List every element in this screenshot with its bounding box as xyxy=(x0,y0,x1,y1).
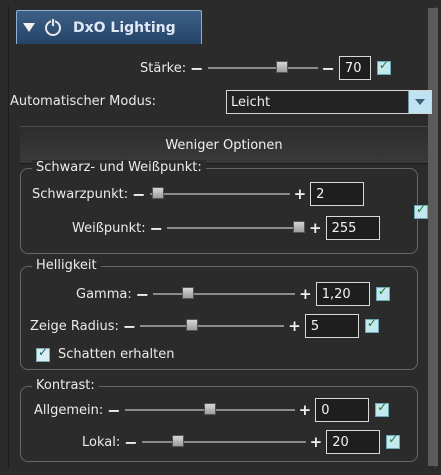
mode-select[interactable]: Leicht xyxy=(226,90,432,114)
zeige-radius-row: Zeige Radius: − + 5 xyxy=(30,314,379,338)
local-contrast-label: Lokal: xyxy=(82,434,121,450)
plus-icon[interactable]: + xyxy=(299,401,312,419)
fewer-options-toggle[interactable]: Weniger Optionen xyxy=(20,126,428,164)
white-point-slider[interactable] xyxy=(167,221,306,233)
keep-shadows-option[interactable]: Schatten erhalten xyxy=(36,345,175,362)
gamma-row: Gamma: − + 1,20 xyxy=(76,282,390,306)
chevron-down-icon[interactable] xyxy=(408,91,431,113)
white-point-slider-thumb[interactable] xyxy=(293,221,306,233)
general-contrast-slider[interactable] xyxy=(124,403,295,415)
fewer-options-label: Weniger Optionen xyxy=(165,137,283,153)
collapse-arrow-icon[interactable] xyxy=(23,23,35,32)
black-white-enable-checkbox[interactable] xyxy=(414,202,428,219)
minus-icon[interactable]: − xyxy=(123,317,136,336)
group-title-black-white: Schwarz- und Weißpunkt: xyxy=(32,160,206,175)
black-white-point-group xyxy=(20,168,418,254)
black-point-value-field[interactable]: 2 xyxy=(310,182,365,206)
starke-row: Stärke: − − 70 xyxy=(140,56,391,80)
starke-enable-checkbox[interactable] xyxy=(376,58,391,75)
plus-icon[interactable]: + xyxy=(310,433,323,451)
local-contrast-enable-checkbox[interactable] xyxy=(386,432,401,449)
general-contrast-enable-checkbox[interactable] xyxy=(375,400,390,417)
minus-icon[interactable]: − xyxy=(107,401,120,420)
gamma-slider[interactable] xyxy=(153,287,296,299)
zeige-radius-slider-thumb[interactable] xyxy=(186,319,199,331)
local-contrast-value-field[interactable]: 20 xyxy=(326,430,381,454)
minus-icon[interactable]: − xyxy=(150,219,163,238)
white-point-label: Weißpunkt: xyxy=(72,220,146,236)
scrollbar[interactable] xyxy=(428,8,438,466)
zeige-radius-label: Zeige Radius: xyxy=(30,318,119,334)
starke-slider[interactable] xyxy=(207,61,318,73)
zeige-radius-enable-checkbox[interactable] xyxy=(364,316,379,333)
mode-selected-value: Leicht xyxy=(231,94,271,110)
white-point-value-field[interactable]: 255 xyxy=(325,216,380,240)
local-contrast-row: Lokal: − + 20 xyxy=(82,430,401,454)
plus-icon[interactable]: + xyxy=(288,317,301,335)
general-contrast-value-field[interactable]: 0 xyxy=(315,398,370,422)
group-title-brightness: Helligkeit xyxy=(32,258,101,273)
power-icon[interactable] xyxy=(45,17,61,36)
zeige-radius-value-field[interactable]: 5 xyxy=(304,314,359,338)
zeige-radius-slider[interactable] xyxy=(140,319,285,331)
minus-icon[interactable]: − xyxy=(190,59,203,78)
gamma-value-field[interactable]: 1,20 xyxy=(315,282,370,306)
local-contrast-slider-thumb[interactable] xyxy=(172,435,185,447)
starke-slider-thumb[interactable] xyxy=(276,61,289,73)
minus-icon[interactable]: − xyxy=(124,433,137,452)
minus-icon[interactable]: − xyxy=(322,59,335,78)
minus-icon[interactable]: − xyxy=(132,185,145,204)
general-contrast-slider-thumb[interactable] xyxy=(203,403,216,415)
plus-icon[interactable]: + xyxy=(294,185,307,203)
dxo-lighting-tab[interactable]: DxO Lighting xyxy=(16,10,202,44)
starke-value-field[interactable]: 70 xyxy=(338,56,371,80)
group-title-contrast: Kontrast: xyxy=(32,378,99,393)
minus-icon[interactable]: − xyxy=(136,285,149,304)
gamma-enable-checkbox[interactable] xyxy=(375,284,390,301)
white-point-row: Weißpunkt: − + 255 xyxy=(72,216,380,240)
panel-title: DxO Lighting xyxy=(73,19,176,36)
gamma-label: Gamma: xyxy=(76,286,132,302)
gamma-slider-thumb[interactable] xyxy=(181,287,194,299)
black-point-row: Schwarzpunkt: − + 2 xyxy=(32,182,365,206)
black-point-slider[interactable] xyxy=(149,187,290,199)
starke-label: Stärke: xyxy=(140,60,187,76)
plus-icon[interactable]: + xyxy=(299,285,312,303)
plus-icon[interactable]: + xyxy=(309,219,322,237)
local-contrast-slider[interactable] xyxy=(141,435,306,447)
general-contrast-label: Allgemein: xyxy=(34,402,104,418)
general-contrast-row: Allgemein: − + 0 xyxy=(34,398,390,422)
black-point-label: Schwarzpunkt: xyxy=(32,186,129,202)
black-point-slider-thumb[interactable] xyxy=(152,187,165,199)
keep-shadows-label: Schatten erhalten xyxy=(58,347,175,362)
mode-label: Automatischer Modus: xyxy=(10,94,156,109)
keep-shadows-checkbox[interactable] xyxy=(36,345,50,362)
